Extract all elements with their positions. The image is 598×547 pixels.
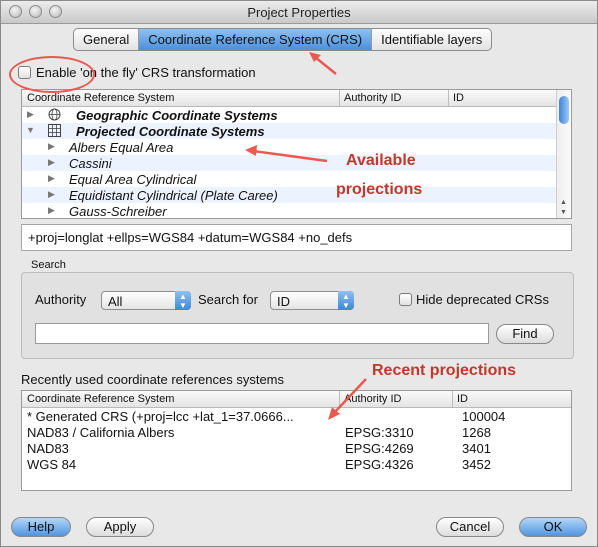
ok-button[interactable]: OK (519, 517, 587, 537)
crs-tree-row[interactable]: ▶ Gauss-Schreiber (22, 203, 557, 219)
recent-crs-id: 1268 (462, 425, 491, 440)
crs-tree-row-label: Cassini (69, 156, 112, 171)
updown-arrow-icon: ▲ ▼ (175, 291, 191, 310)
apply-button[interactable]: Apply (86, 517, 154, 537)
column-header-authority-id[interactable]: Authority ID (344, 393, 401, 405)
table-row[interactable]: * Generated CRS (+proj=lcc +lat_1=37.066… (22, 408, 571, 424)
annotation-recent-projections: Recent projections (372, 362, 517, 379)
crs-tree-view[interactable]: Coordinate Reference System Authority ID… (21, 89, 572, 219)
recent-crs-label: Recently used coordinate references syst… (21, 372, 285, 387)
proj-definition-field[interactable]: +proj=longlat +ellps=WGS84 +datum=WGS84 … (21, 224, 572, 251)
crs-tree-row-label: Equidistant Cylindrical (Plate Caree) (69, 188, 278, 203)
authority-select[interactable]: All ▲ ▼ (101, 291, 191, 310)
annotation-circle (9, 56, 95, 93)
annotation-available-line2: projections (336, 181, 423, 198)
project-properties-window: Project Properties General Coordinate Re… (0, 0, 598, 547)
column-header-crs[interactable]: Coordinate Reference System (27, 92, 174, 104)
tab-general[interactable]: General (74, 29, 140, 50)
recent-crs-header: Coordinate Reference System Authority ID… (22, 391, 571, 408)
window-title: Project Properties (247, 5, 351, 20)
search-group-label: Search (31, 259, 66, 271)
globe-icon (48, 108, 61, 121)
help-button[interactable]: Help (11, 517, 71, 537)
search-group: Authority All ▲ ▼ Search for ID ▲ ▼ Hide d… (21, 272, 574, 359)
search-for-label: Search for (198, 292, 258, 307)
search-for-select-value: ID (277, 294, 290, 309)
crs-tree-row-label: Projected Coordinate Systems (76, 124, 265, 139)
authority-select-value: All (108, 294, 123, 309)
tab-identifiable-layers[interactable]: Identifiable layers (372, 29, 491, 50)
column-header-authority-id[interactable]: Authority ID (344, 92, 401, 104)
hide-deprecated-checkbox[interactable] (399, 293, 412, 306)
crs-tree-row[interactable]: ▶ Albers Equal Area (22, 139, 557, 155)
column-header-crs[interactable]: Coordinate Reference System (27, 393, 174, 405)
crs-tree-row[interactable]: ▶ Equal Area Cylindrical (22, 171, 557, 187)
scrollbar-thumb[interactable] (559, 96, 569, 124)
recent-crs-name: NAD83 (27, 441, 69, 456)
recent-crs-authority: EPSG:4269 (345, 441, 414, 456)
expand-arrow-icon[interactable]: ▶ (48, 205, 55, 216)
annotation-available-line1: Available (346, 152, 416, 169)
crs-tree-row-label: Gauss-Schreiber (69, 204, 167, 219)
table-row[interactable]: NAD83 EPSG:4269 3401 (22, 440, 571, 456)
expand-arrow-icon[interactable]: ▶ (48, 173, 55, 184)
tab-bar: General Coordinate Reference System (CRS… (73, 28, 493, 51)
recent-crs-table[interactable]: Coordinate Reference System Authority ID… (21, 390, 572, 491)
title-bar[interactable]: Project Properties (1, 1, 597, 24)
crs-tree-row-projected[interactable]: ▼ Projected Coordinate Systems (22, 123, 557, 139)
crs-tree-row-geographic[interactable]: ▶ Geographic Coordinate Systems (22, 107, 557, 123)
scroll-up-arrow-icon[interactable]: ▲ (560, 199, 567, 206)
crs-tree-header: Coordinate Reference System Authority ID… (22, 90, 557, 107)
crs-tree-row-label: Geographic Coordinate Systems (76, 108, 278, 123)
recent-crs-id: 3401 (462, 441, 491, 456)
crs-tree-row-label: Equal Area Cylindrical (69, 172, 197, 187)
crs-tree-row[interactable]: ▶ Equidistant Cylindrical (Plate Caree) (22, 187, 557, 203)
column-header-id[interactable]: ID (457, 393, 468, 405)
crs-tree-scrollbar[interactable]: ▲ ▼ (556, 90, 571, 218)
recent-crs-name: WGS 84 (27, 457, 77, 472)
search-for-select[interactable]: ID ▲ ▼ (270, 291, 354, 310)
recent-crs-authority: EPSG:4326 (345, 457, 414, 472)
table-row[interactable]: WGS 84 EPSG:4326 3452 (22, 456, 571, 472)
collapse-arrow-icon[interactable]: ▼ (26, 125, 35, 135)
recent-crs-id: 3452 (462, 457, 491, 472)
recent-crs-id: 100004 (462, 409, 506, 424)
expand-arrow-icon[interactable]: ▶ (48, 189, 55, 200)
recent-crs-authority: EPSG:3310 (345, 425, 414, 440)
find-button[interactable]: Find (496, 324, 554, 344)
grid-icon (48, 124, 61, 137)
table-row[interactable]: NAD83 / California Albers EPSG:3310 1268 (22, 424, 571, 440)
expand-arrow-icon[interactable]: ▶ (27, 109, 34, 120)
column-header-id[interactable]: ID (453, 92, 464, 104)
crs-tree-row-label: Albers Equal Area (69, 140, 174, 155)
authority-label: Authority (35, 292, 87, 307)
updown-arrow-icon: ▲ ▼ (338, 291, 354, 310)
recent-crs-name: * Generated CRS (+proj=lcc +lat_1=37.066… (27, 409, 294, 424)
cancel-button[interactable]: Cancel (436, 517, 504, 537)
recent-crs-name: NAD83 / California Albers (27, 425, 175, 440)
crs-tree-row[interactable]: ▶ Cassini (22, 155, 557, 171)
tab-crs[interactable]: Coordinate Reference System (CRS) (139, 29, 373, 50)
scroll-down-arrow-icon[interactable]: ▼ (560, 209, 567, 216)
hide-deprecated-label: Hide deprecated CRSs (416, 292, 549, 307)
expand-arrow-icon[interactable]: ▶ (48, 141, 55, 152)
arrow-to-crs-tab (314, 56, 337, 75)
expand-arrow-icon[interactable]: ▶ (48, 157, 55, 168)
search-input[interactable] (35, 323, 489, 344)
